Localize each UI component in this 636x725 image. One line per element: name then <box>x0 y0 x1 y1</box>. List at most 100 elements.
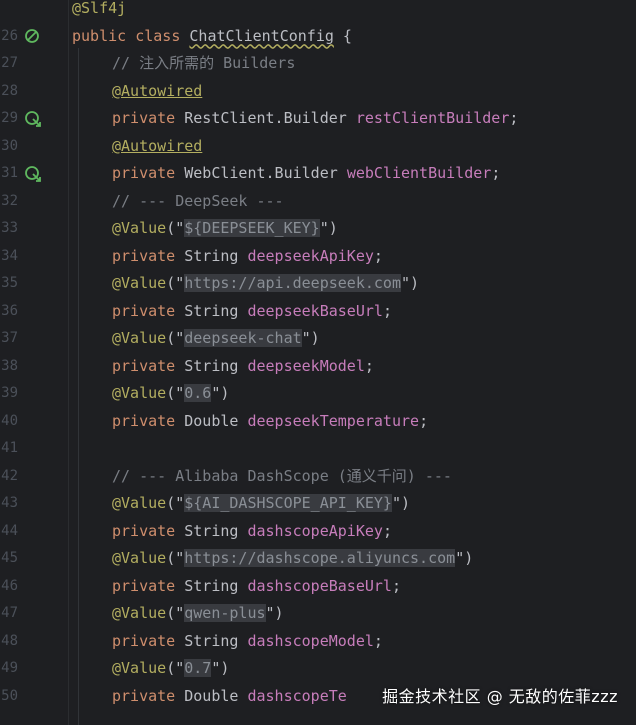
code-text: @Autowired <box>112 78 202 105</box>
code-token: ") <box>301 329 320 347</box>
code-text: // --- Alibaba DashScope (通义千问) --- <box>112 463 452 490</box>
code-token: class <box>135 26 190 45</box>
code-token: (" <box>166 329 185 347</box>
code-token: @Value <box>112 549 167 567</box>
code-token: @Value <box>112 494 167 512</box>
code-text: private String dashscopeApiKey; <box>112 518 392 545</box>
code-line[interactable]: 49 @Value("0.7") <box>0 655 636 682</box>
code-token: Double <box>184 411 248 430</box>
line-number: 34 <box>1 247 18 264</box>
code-text: private String deepseekApiKey; <box>112 243 383 270</box>
code-token: ; <box>382 521 392 540</box>
code-line[interactable]: 35 @Value("https://api.deepseek.com") <box>0 270 636 297</box>
code-line[interactable]: 46 private String dashscopeBaseUrl; <box>0 573 636 600</box>
code-token: private <box>112 109 185 127</box>
code-text: private String dashscopeModel; <box>112 628 383 655</box>
code-line[interactable]: 48 private String dashscopeModel; <box>0 628 636 655</box>
code-text: @Value("0.7") <box>112 655 229 682</box>
code-line[interactable]: 39 @Value("0.6") <box>0 380 636 407</box>
code-line[interactable]: 42 // --- Alibaba DashScope (通义千问) --- <box>0 463 636 490</box>
code-line[interactable]: 45 @Value("https://dashscope.aliyuncs.com… <box>0 545 636 572</box>
code-token: (" <box>166 384 185 402</box>
code-token: 0.6 <box>184 384 212 402</box>
line-number: 36 <box>1 302 18 319</box>
code-token: private <box>112 246 185 265</box>
code-token: { <box>333 26 352 45</box>
code-token: ") <box>319 219 338 237</box>
code-token: ") <box>455 549 474 567</box>
code-line[interactable]: 43 @Value("${AI_DASHSCOPE_API_KEY}") <box>0 490 636 517</box>
code-token: ") <box>211 384 230 402</box>
code-token: @Value <box>112 329 167 347</box>
code-token: // 注入所需的 Builders <box>112 54 296 72</box>
code-token: @Autowired <box>112 81 203 100</box>
code-token: ; <box>391 576 401 595</box>
code-line[interactable]: 29 private RestClient.Builder restClientB… <box>0 105 636 132</box>
code-token: (" <box>166 659 185 677</box>
line-number: 46 <box>1 577 18 594</box>
code-token: // --- DeepSeek --- <box>112 191 284 210</box>
code-line[interactable]: 27 // 注入所需的 Builders <box>0 50 636 77</box>
code-token: dashscopeTe <box>247 686 347 705</box>
code-token: @Value <box>112 604 167 622</box>
code-token: // --- Alibaba DashScope (通义千问) --- <box>112 466 452 485</box>
code-token: qwen-plus <box>184 604 266 622</box>
code-line[interactable]: 30 @Autowired <box>0 133 636 160</box>
code-token: ") <box>211 659 230 677</box>
line-number: 39 <box>1 385 18 401</box>
line-number: 28 <box>1 82 18 99</box>
code-line[interactable]: 26 public class ChatClientConfig { <box>0 23 636 50</box>
code-line[interactable]: 32 // --- DeepSeek --- <box>0 188 636 215</box>
code-token: (" <box>166 219 185 237</box>
code-text: public class ChatClientConfig { <box>72 23 352 50</box>
line-number: 49 <box>1 660 18 676</box>
code-line[interactable]: 37 @Value("deepseek-chat") <box>0 325 636 352</box>
code-token: restClientBuilder <box>355 109 510 127</box>
code-line[interactable]: 47 @Value("qwen-plus") <box>0 600 636 627</box>
code-line[interactable]: 31 private WebClient.Builder webClientBui… <box>0 160 636 187</box>
code-text: // --- DeepSeek --- <box>112 188 284 215</box>
code-text: private RestClient.Builder restClientBui… <box>112 105 518 132</box>
line-number: 45 <box>1 550 18 566</box>
code-text: private String deepseekModel; <box>112 353 374 380</box>
line-number: 31 <box>1 165 18 181</box>
code-token: private <box>112 686 185 705</box>
code-token: @Value <box>112 659 167 677</box>
code-token: @Value <box>112 219 167 237</box>
code-line[interactable]: 34 private String deepseekApiKey; <box>0 243 636 270</box>
code-text: private String deepseekBaseUrl; <box>112 298 392 325</box>
code-token: ${AI_DASHSCOPE_API_KEY} <box>184 494 392 512</box>
code-line[interactable]: 33 @Value("${DEEPSEEK_KEY}") <box>0 215 636 242</box>
code-editor[interactable]: @Slf4j 26 public class ChatClientConfig {2… <box>0 0 636 725</box>
code-token: ; <box>419 411 429 430</box>
code-token: private <box>112 411 185 430</box>
code-token: deepseekTemperature <box>247 411 420 430</box>
code-token: String <box>184 631 248 650</box>
code-line[interactable]: 38 private String deepseekModel; <box>0 353 636 380</box>
navigate-injection-icon[interactable] <box>24 165 42 183</box>
spring-bean-icon[interactable] <box>24 28 42 46</box>
code-line[interactable]: 44 private String dashscopeApiKey; <box>0 518 636 545</box>
code-token: (" <box>166 494 185 512</box>
code-token: private <box>112 521 185 540</box>
line-number: 48 <box>1 632 18 649</box>
code-text: @Value("${AI_DASHSCOPE_API_KEY}") <box>112 490 410 517</box>
code-token: ${DEEPSEEK_KEY} <box>184 219 320 237</box>
code-token: ; <box>509 109 519 127</box>
code-token: ; <box>382 301 392 320</box>
code-text: @Value("${DEEPSEEK_KEY}") <box>112 215 338 242</box>
code-token: deepseek-chat <box>184 329 302 347</box>
code-line[interactable]: 36 private String deepseekBaseUrl; <box>0 298 636 325</box>
code-line[interactable]: 28 @Autowired <box>0 78 636 105</box>
code-token: ") <box>265 604 284 622</box>
code-token: @Value <box>112 384 167 402</box>
code-token: deepseekBaseUrl <box>247 301 383 320</box>
code-text: private Double dashscopeTe <box>112 683 347 710</box>
code-token: ") <box>391 494 411 512</box>
code-token: @Value <box>112 274 167 292</box>
code-line[interactable]: @Slf4j <box>0 0 636 22</box>
line-number: 35 <box>1 275 18 291</box>
code-line[interactable]: 41 <box>0 435 636 462</box>
code-line[interactable]: 40 private Double deepseekTemperature; <box>0 408 636 435</box>
navigate-injection-icon[interactable] <box>24 110 42 128</box>
